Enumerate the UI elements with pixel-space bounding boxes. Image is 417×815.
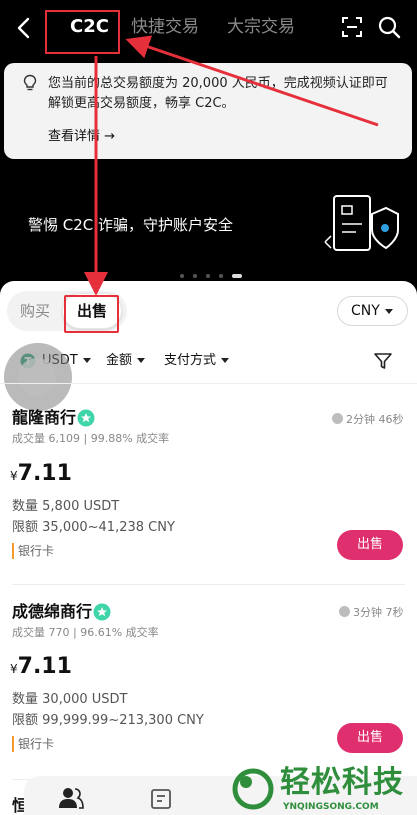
payment-filter-label: 支付方式: [164, 353, 217, 368]
merchant-name[interactable]: 成德绵商行: [12, 601, 92, 623]
quantity-label: 数量: [12, 499, 39, 514]
payment-method-tag: 银行卡: [12, 543, 54, 559]
completion-label: 成交率: [136, 432, 170, 445]
notice-message: 您当前的总交易额度为 20,000 人民币，完成视频认证即可解锁更高交易额度，畅…: [48, 76, 388, 111]
completion-rate: 99.88%: [90, 432, 133, 445]
chevron-down-icon: [384, 308, 393, 314]
funnel-icon[interactable]: [373, 351, 393, 371]
merchant-name[interactable]: 龍隆商行: [12, 407, 76, 429]
carousel-dots: [180, 265, 242, 278]
response-time: 2分钟 46秒: [332, 412, 404, 428]
chevron-down-icon: [82, 358, 91, 363]
tab-bulk-trade[interactable]: 大宗交易: [227, 14, 295, 40]
completion-rate: 96.61%: [80, 626, 123, 639]
quantity-label: 数量: [12, 692, 39, 707]
response-time-value: 2分钟 46秒: [346, 413, 404, 426]
verified-badge-icon: [77, 409, 95, 427]
currency-value: CNY: [351, 303, 380, 319]
watermark-text: 轻松科技: [280, 765, 404, 800]
limit-row: 限额 35,000~41,238 CNY: [12, 519, 175, 537]
banner-headline[interactable]: 警惕 C2C 诈骗，守护账户安全: [28, 214, 233, 236]
divider: [0, 383, 417, 384]
trades-count: 770: [48, 626, 70, 639]
quantity-row: 数量 5,800 USDT: [12, 498, 119, 516]
limit-label: 限额: [12, 713, 39, 728]
view-details-link[interactable]: 查看详情 →: [48, 128, 115, 146]
trades-label: 成交量: [12, 626, 45, 639]
price: ¥7.11: [10, 654, 72, 679]
response-time: 3分钟 7秒: [339, 605, 404, 621]
lightbulb-icon: [23, 74, 37, 91]
merchant-stats: 成交量 770 | 96.61% 成交率: [12, 626, 159, 639]
scan-icon[interactable]: [340, 15, 364, 39]
quantity-row: 数量 30,000 USDT: [12, 691, 128, 709]
clock-icon: [339, 606, 350, 617]
limit-value: 35,000~41,238 CNY: [42, 520, 175, 535]
back-arrow-icon[interactable]: [12, 14, 36, 42]
payment-method-tag: 银行卡: [12, 736, 54, 752]
annotation-highlight-box: [64, 295, 119, 333]
response-time-value: 3分钟 7秒: [353, 606, 404, 619]
user-group-icon[interactable]: [58, 786, 84, 810]
search-icon[interactable]: [377, 15, 401, 39]
currency-symbol: ¥: [10, 469, 18, 483]
tab-quick-trade[interactable]: 快捷交易: [131, 14, 199, 40]
sell-button[interactable]: 出售: [337, 530, 403, 560]
merchant-stats: 成交量 6,109 | 99.88% 成交率: [12, 432, 170, 445]
trades-label: 成交量: [12, 432, 45, 445]
price-value: 7.11: [17, 654, 72, 679]
security-shield-icon: [324, 195, 399, 251]
limit-row: 限额 99,999.99~213,300 CNY: [12, 712, 204, 730]
price-value: 7.11: [17, 461, 72, 486]
trades-count: 6,109: [48, 432, 81, 445]
amount-filter[interactable]: 金额: [106, 351, 146, 371]
annotation-highlight-box: [45, 10, 120, 54]
amount-filter-label: 金额: [106, 353, 133, 368]
buy-tab[interactable]: 购买: [20, 300, 50, 322]
document-icon[interactable]: [150, 788, 172, 810]
divider: [12, 584, 405, 585]
touch-indicator-inner: [18, 358, 56, 396]
chevron-down-icon: [221, 358, 230, 363]
clock-icon: [332, 413, 343, 424]
currency-symbol: ¥: [10, 662, 18, 676]
limit-value: 99,999.99~213,300 CNY: [42, 713, 204, 728]
payment-filter[interactable]: 支付方式: [164, 351, 230, 371]
quantity-value: 5,800 USDT: [42, 499, 120, 514]
sell-button[interactable]: 出售: [337, 723, 403, 753]
verified-badge-icon: [93, 603, 111, 621]
price: ¥7.11: [10, 461, 72, 486]
completion-label: 成交率: [125, 626, 159, 639]
chevron-down-icon: [137, 358, 146, 363]
currency-select[interactable]: CNY: [337, 296, 408, 326]
limit-label: 限额: [12, 520, 39, 535]
quantity-value: 30,000 USDT: [42, 692, 128, 707]
watermark-logo-icon: [232, 768, 274, 810]
watermark-url: YNQINGSONG.COM: [283, 802, 379, 812]
